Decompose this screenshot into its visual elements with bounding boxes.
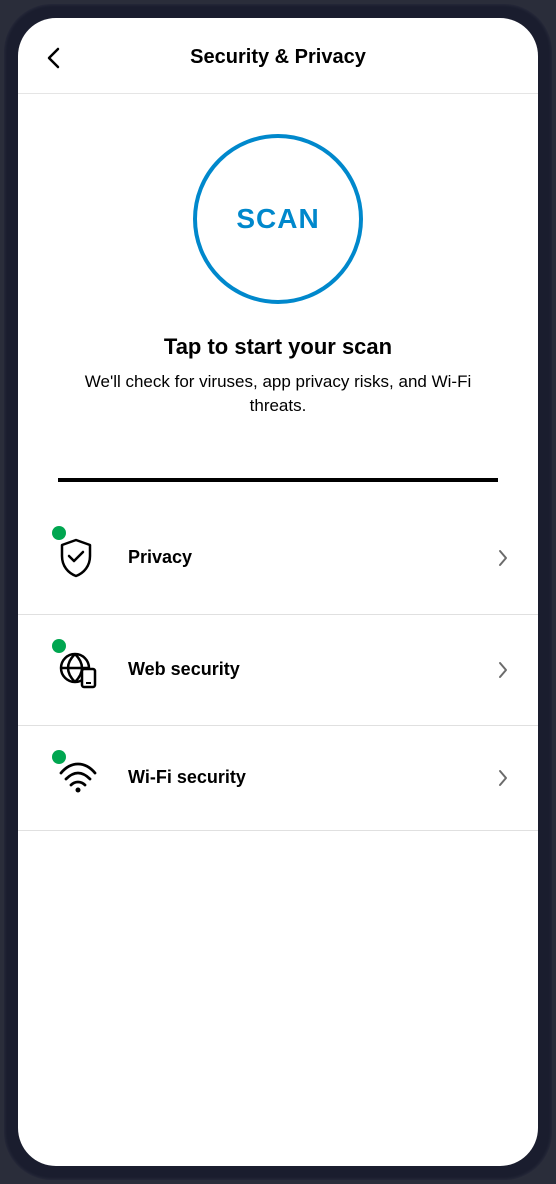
phone-frame: Security & Privacy SCAN Tap to start you… bbox=[4, 4, 552, 1180]
list-item-label: Privacy bbox=[128, 547, 498, 568]
list-item-privacy[interactable]: Privacy bbox=[18, 502, 538, 615]
status-dot-ok bbox=[52, 750, 66, 764]
scan-section: SCAN Tap to start your scan We'll check … bbox=[18, 94, 538, 448]
back-button[interactable] bbox=[38, 43, 68, 73]
status-dot-ok bbox=[52, 526, 66, 540]
list-item-label: Wi-Fi security bbox=[128, 767, 498, 788]
shield-check-icon bbox=[58, 538, 94, 578]
scan-title: Tap to start your scan bbox=[164, 334, 392, 360]
chevron-left-icon bbox=[46, 47, 60, 69]
icon-wrapper bbox=[58, 651, 106, 689]
header: Security & Privacy bbox=[18, 18, 538, 94]
status-dot-ok bbox=[52, 639, 66, 653]
icon-wrapper bbox=[58, 538, 106, 578]
icon-wrapper bbox=[58, 762, 106, 794]
scan-button[interactable]: SCAN bbox=[193, 134, 363, 304]
chevron-right-icon bbox=[498, 661, 508, 679]
category-list: Privacy bbox=[18, 502, 538, 831]
chevron-right-icon bbox=[498, 769, 508, 787]
globe-phone-icon bbox=[58, 651, 98, 689]
chevron-right-icon bbox=[498, 549, 508, 567]
screen: Security & Privacy SCAN Tap to start you… bbox=[18, 18, 538, 1166]
wifi-icon bbox=[58, 762, 98, 794]
scan-button-label: SCAN bbox=[236, 203, 319, 235]
list-item-web-security[interactable]: Web security bbox=[18, 615, 538, 726]
list-item-wifi-security[interactable]: Wi-Fi security bbox=[18, 726, 538, 831]
section-divider bbox=[58, 478, 498, 482]
content: SCAN Tap to start your scan We'll check … bbox=[18, 94, 538, 1166]
scan-description: We'll check for viruses, app privacy ris… bbox=[48, 370, 508, 418]
list-item-label: Web security bbox=[128, 659, 498, 680]
page-title: Security & Privacy bbox=[38, 46, 518, 69]
